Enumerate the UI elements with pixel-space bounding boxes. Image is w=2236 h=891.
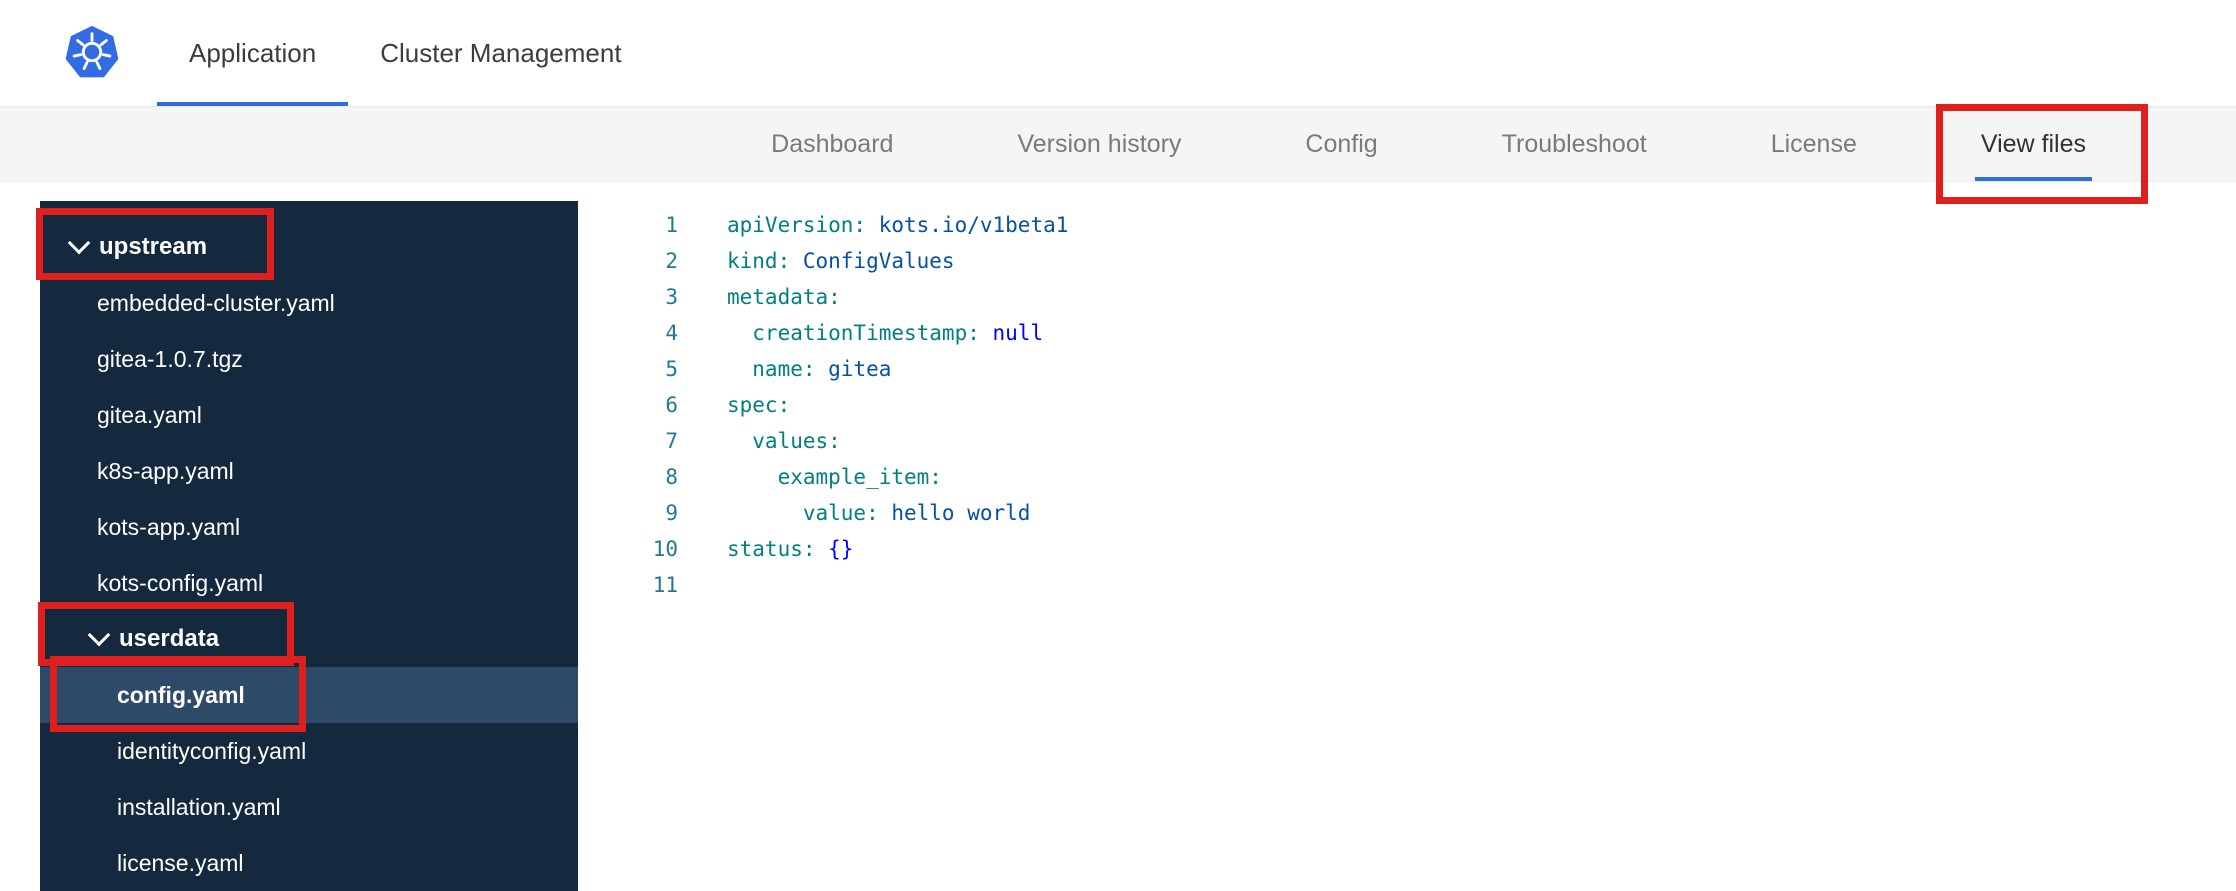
tree-item-kots-config-yaml[interactable]: kots-config.yaml: [40, 555, 578, 611]
code-text: values:: [727, 429, 841, 453]
tree-item-upstream[interactable]: upstream: [40, 219, 578, 275]
code-editor[interactable]: 1 apiVersion: kots.io/v1beta1 2 kind: Confi…: [578, 182, 2236, 891]
subnav-item-view-files[interactable]: View files: [1919, 107, 2148, 181]
tree-item-config-yaml[interactable]: config.yaml: [40, 667, 578, 723]
code-line: 2 kind: ConfigValues: [578, 243, 2236, 279]
code-line: 1 apiVersion: kots.io/v1beta1: [578, 207, 2236, 243]
code-text: kind: ConfigValues: [727, 249, 955, 273]
code-text: name: gitea: [727, 357, 892, 381]
line-number: 6: [665, 393, 678, 417]
chevron-down-icon: [67, 231, 91, 255]
code-line: 8 example_item:: [578, 459, 2236, 495]
tab-application[interactable]: Application: [157, 0, 349, 106]
line-number: 5: [665, 357, 678, 381]
line-number: 3: [665, 285, 678, 309]
tree-item-embedded-cluster-yaml[interactable]: embedded-cluster.yaml: [40, 275, 578, 331]
file-tree: upstream embedded-cluster.yaml gitea-1.0.7…: [40, 201, 578, 891]
tree-item-label: license.yaml: [117, 849, 244, 876]
code-line: 6 spec:: [578, 387, 2236, 423]
line-number: 11: [652, 573, 678, 597]
kubernetes-logo-icon: [63, 24, 121, 82]
subnav-item-dashboard[interactable]: Dashboard: [709, 107, 955, 181]
tree-item-label: kots-config.yaml: [97, 569, 264, 596]
app-header: Application Cluster Management: [0, 0, 2236, 107]
code-line: 3 metadata:: [578, 279, 2236, 315]
subnav-item-license[interactable]: License: [1709, 107, 1919, 181]
code-text: apiVersion: kots.io/v1beta1: [727, 213, 1069, 237]
subnav-item-troubleshoot[interactable]: Troubleshoot: [1440, 107, 1709, 181]
line-number: 9: [665, 501, 678, 525]
tree-item-label: kots-app.yaml: [97, 513, 241, 540]
line-number: 4: [665, 321, 678, 345]
header-tabs: Application Cluster Management: [157, 0, 654, 106]
main-content: upstream embedded-cluster.yaml gitea-1.0.7…: [0, 182, 2236, 891]
tree-item-license-yaml[interactable]: license.yaml: [40, 835, 578, 891]
tree-item-label: config.yaml: [117, 681, 245, 708]
subnav-item-config[interactable]: Config: [1243, 107, 1439, 181]
tree-item-label: gitea-1.0.7.tgz: [97, 345, 243, 372]
tree-item-label: gitea.yaml: [97, 401, 202, 428]
code-line: 9 value: hello world: [578, 495, 2236, 531]
code-text: creationTimestamp: null: [727, 321, 1044, 345]
subnav-item-version-history[interactable]: Version history: [955, 107, 1243, 181]
tree-item-gitea-1-0-7-tgz[interactable]: gitea-1.0.7.tgz: [40, 331, 578, 387]
code-text: status: {}: [727, 537, 854, 561]
line-number: 8: [665, 465, 678, 489]
line-number: 2: [665, 249, 678, 273]
code-line: 7 values:: [578, 423, 2236, 459]
code-line: 4 creationTimestamp: null: [578, 315, 2236, 351]
code-line: 10 status: {}: [578, 531, 2236, 567]
code-text: metadata:: [727, 285, 841, 309]
tree-item-label: userdata: [119, 625, 220, 652]
code-text: spec:: [727, 393, 791, 417]
tree-item-label: installation.yaml: [117, 793, 281, 820]
tab-cluster-management[interactable]: Cluster Management: [348, 0, 653, 106]
code-line: 5 name: gitea: [578, 351, 2236, 387]
chevron-down-icon: [87, 623, 111, 647]
tree-item-gitea-yaml[interactable]: gitea.yaml: [40, 387, 578, 443]
tree-item-label: embedded-cluster.yaml: [97, 289, 335, 316]
code-line: 11: [578, 567, 2236, 603]
tree-item-kots-app-yaml[interactable]: kots-app.yaml: [40, 499, 578, 555]
file-tree-sidebar: upstream embedded-cluster.yaml gitea-1.0.7…: [40, 201, 578, 891]
tree-item-label: k8s-app.yaml: [97, 457, 234, 484]
code-text: value: hello world: [727, 501, 1031, 525]
tree-item-k8s-app-yaml[interactable]: k8s-app.yaml: [40, 443, 578, 499]
code-lines: 1 apiVersion: kots.io/v1beta1 2 kind: Confi…: [578, 207, 2236, 603]
line-number: 7: [665, 429, 678, 453]
tree-item-installation-yaml[interactable]: installation.yaml: [40, 779, 578, 835]
code-text: example_item:: [727, 465, 942, 489]
tree-item-userdata[interactable]: userdata: [40, 611, 578, 667]
tree-item-label: upstream: [99, 233, 208, 260]
subnav: Dashboard Version history Config Troublesho…: [0, 107, 2236, 182]
tree-item-label: identityconfig.yaml: [117, 737, 307, 764]
line-number: 1: [665, 213, 678, 237]
line-number: 10: [652, 537, 678, 561]
tree-item-identityconfig-yaml[interactable]: identityconfig.yaml: [40, 723, 578, 779]
